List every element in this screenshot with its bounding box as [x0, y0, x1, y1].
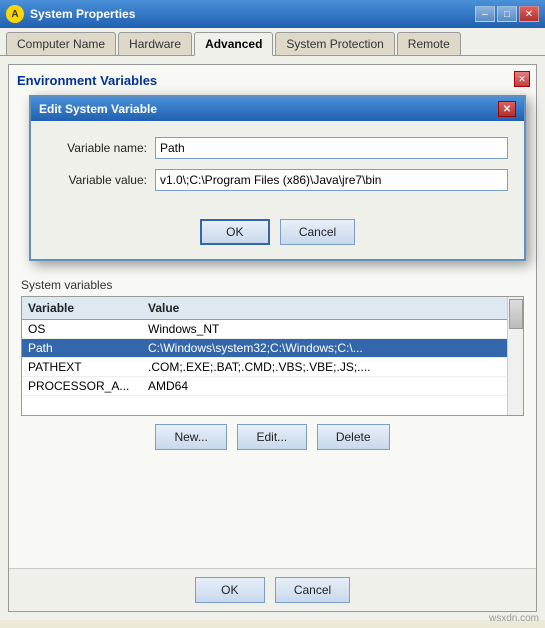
- table-header: Variable Value: [22, 297, 523, 320]
- tab-system-protection[interactable]: System Protection: [275, 32, 394, 55]
- table-body: OS Windows_NT Path C:\Windows\system32;C…: [22, 320, 523, 396]
- table-scrollbar[interactable]: [507, 297, 523, 415]
- title-bar-controls: – □ ✕: [475, 6, 539, 22]
- row-variable: PATHEXT: [22, 358, 142, 376]
- delete-button[interactable]: Delete: [317, 424, 390, 450]
- title-bar: A System Properties – □ ✕: [0, 0, 545, 28]
- row-value: C:\Windows\system32;C:\Windows;C:\...: [142, 339, 523, 357]
- col-header-value: Value: [142, 299, 523, 317]
- row-value: AMD64: [142, 377, 523, 395]
- variable-value-row: Variable value:: [47, 169, 508, 191]
- variable-name-label: Variable name:: [47, 141, 147, 155]
- edit-dialog: Edit System Variable ✕ Variable name: Va…: [29, 95, 526, 261]
- edit-button[interactable]: Edit...: [237, 424, 307, 450]
- tab-remote[interactable]: Remote: [397, 32, 461, 55]
- dialog-ok-button[interactable]: OK: [200, 219, 270, 245]
- system-vars-table: Variable Value OS Windows_NT Path C:\Win…: [21, 296, 524, 416]
- env-panel-close-button[interactable]: ✕: [514, 71, 530, 87]
- table-row[interactable]: OS Windows_NT: [22, 320, 523, 339]
- env-panel-title: Environment Variables: [17, 73, 528, 88]
- main-ok-cancel: OK Cancel: [9, 568, 536, 611]
- variable-name-row: Variable name:: [47, 137, 508, 159]
- row-variable: OS: [22, 320, 142, 338]
- env-panel: Environment Variables ✕ Edit System Vari…: [8, 64, 537, 612]
- col-header-variable: Variable: [22, 299, 142, 317]
- dialog-title-bar: Edit System Variable ✕: [31, 97, 524, 121]
- main-content: Environment Variables ✕ Edit System Vari…: [0, 56, 545, 620]
- tab-advanced[interactable]: Advanced: [194, 32, 273, 56]
- dialog-body: Variable name: Variable value:: [31, 121, 524, 213]
- system-vars-label: System variables: [21, 278, 524, 292]
- dialog-cancel-button[interactable]: Cancel: [280, 219, 355, 245]
- variable-value-label: Variable value:: [47, 173, 147, 187]
- tabs-container: Computer Name Hardware Advanced System P…: [0, 28, 545, 56]
- row-value: .COM;.EXE;.BAT;.CMD;.VBS;.VBE;.JS;....: [142, 358, 523, 376]
- scrollbar-thumb[interactable]: [509, 299, 523, 329]
- variable-name-input[interactable]: [155, 137, 508, 159]
- new-button[interactable]: New...: [155, 424, 226, 450]
- tab-computer-name[interactable]: Computer Name: [6, 32, 116, 55]
- system-vars-section: System variables Variable Value OS Windo…: [17, 278, 528, 450]
- dialog-buttons: OK Cancel: [31, 213, 524, 259]
- close-button[interactable]: ✕: [519, 6, 539, 22]
- row-variable: PROCESSOR_A...: [22, 377, 142, 395]
- window-title: System Properties: [30, 7, 135, 21]
- dialog-title: Edit System Variable: [39, 102, 157, 116]
- dialog-close-button[interactable]: ✕: [498, 101, 516, 117]
- app-icon: A: [6, 5, 24, 23]
- row-value: Windows_NT: [142, 320, 523, 338]
- main-cancel-button[interactable]: Cancel: [275, 577, 350, 603]
- variable-value-input[interactable]: [155, 169, 508, 191]
- row-variable: Path: [22, 339, 142, 357]
- watermark: wsxdn.com: [489, 613, 539, 624]
- table-row[interactable]: PATHEXT .COM;.EXE;.BAT;.CMD;.VBS;.VBE;.J…: [22, 358, 523, 377]
- table-row[interactable]: Path C:\Windows\system32;C:\Windows;C:\.…: [22, 339, 523, 358]
- title-bar-left: A System Properties: [6, 5, 135, 23]
- system-vars-buttons: New... Edit... Delete: [21, 424, 524, 450]
- maximize-button[interactable]: □: [497, 6, 517, 22]
- tab-hardware[interactable]: Hardware: [118, 32, 192, 55]
- table-row[interactable]: PROCESSOR_A... AMD64: [22, 377, 523, 396]
- main-ok-button[interactable]: OK: [195, 577, 265, 603]
- minimize-button[interactable]: –: [475, 6, 495, 22]
